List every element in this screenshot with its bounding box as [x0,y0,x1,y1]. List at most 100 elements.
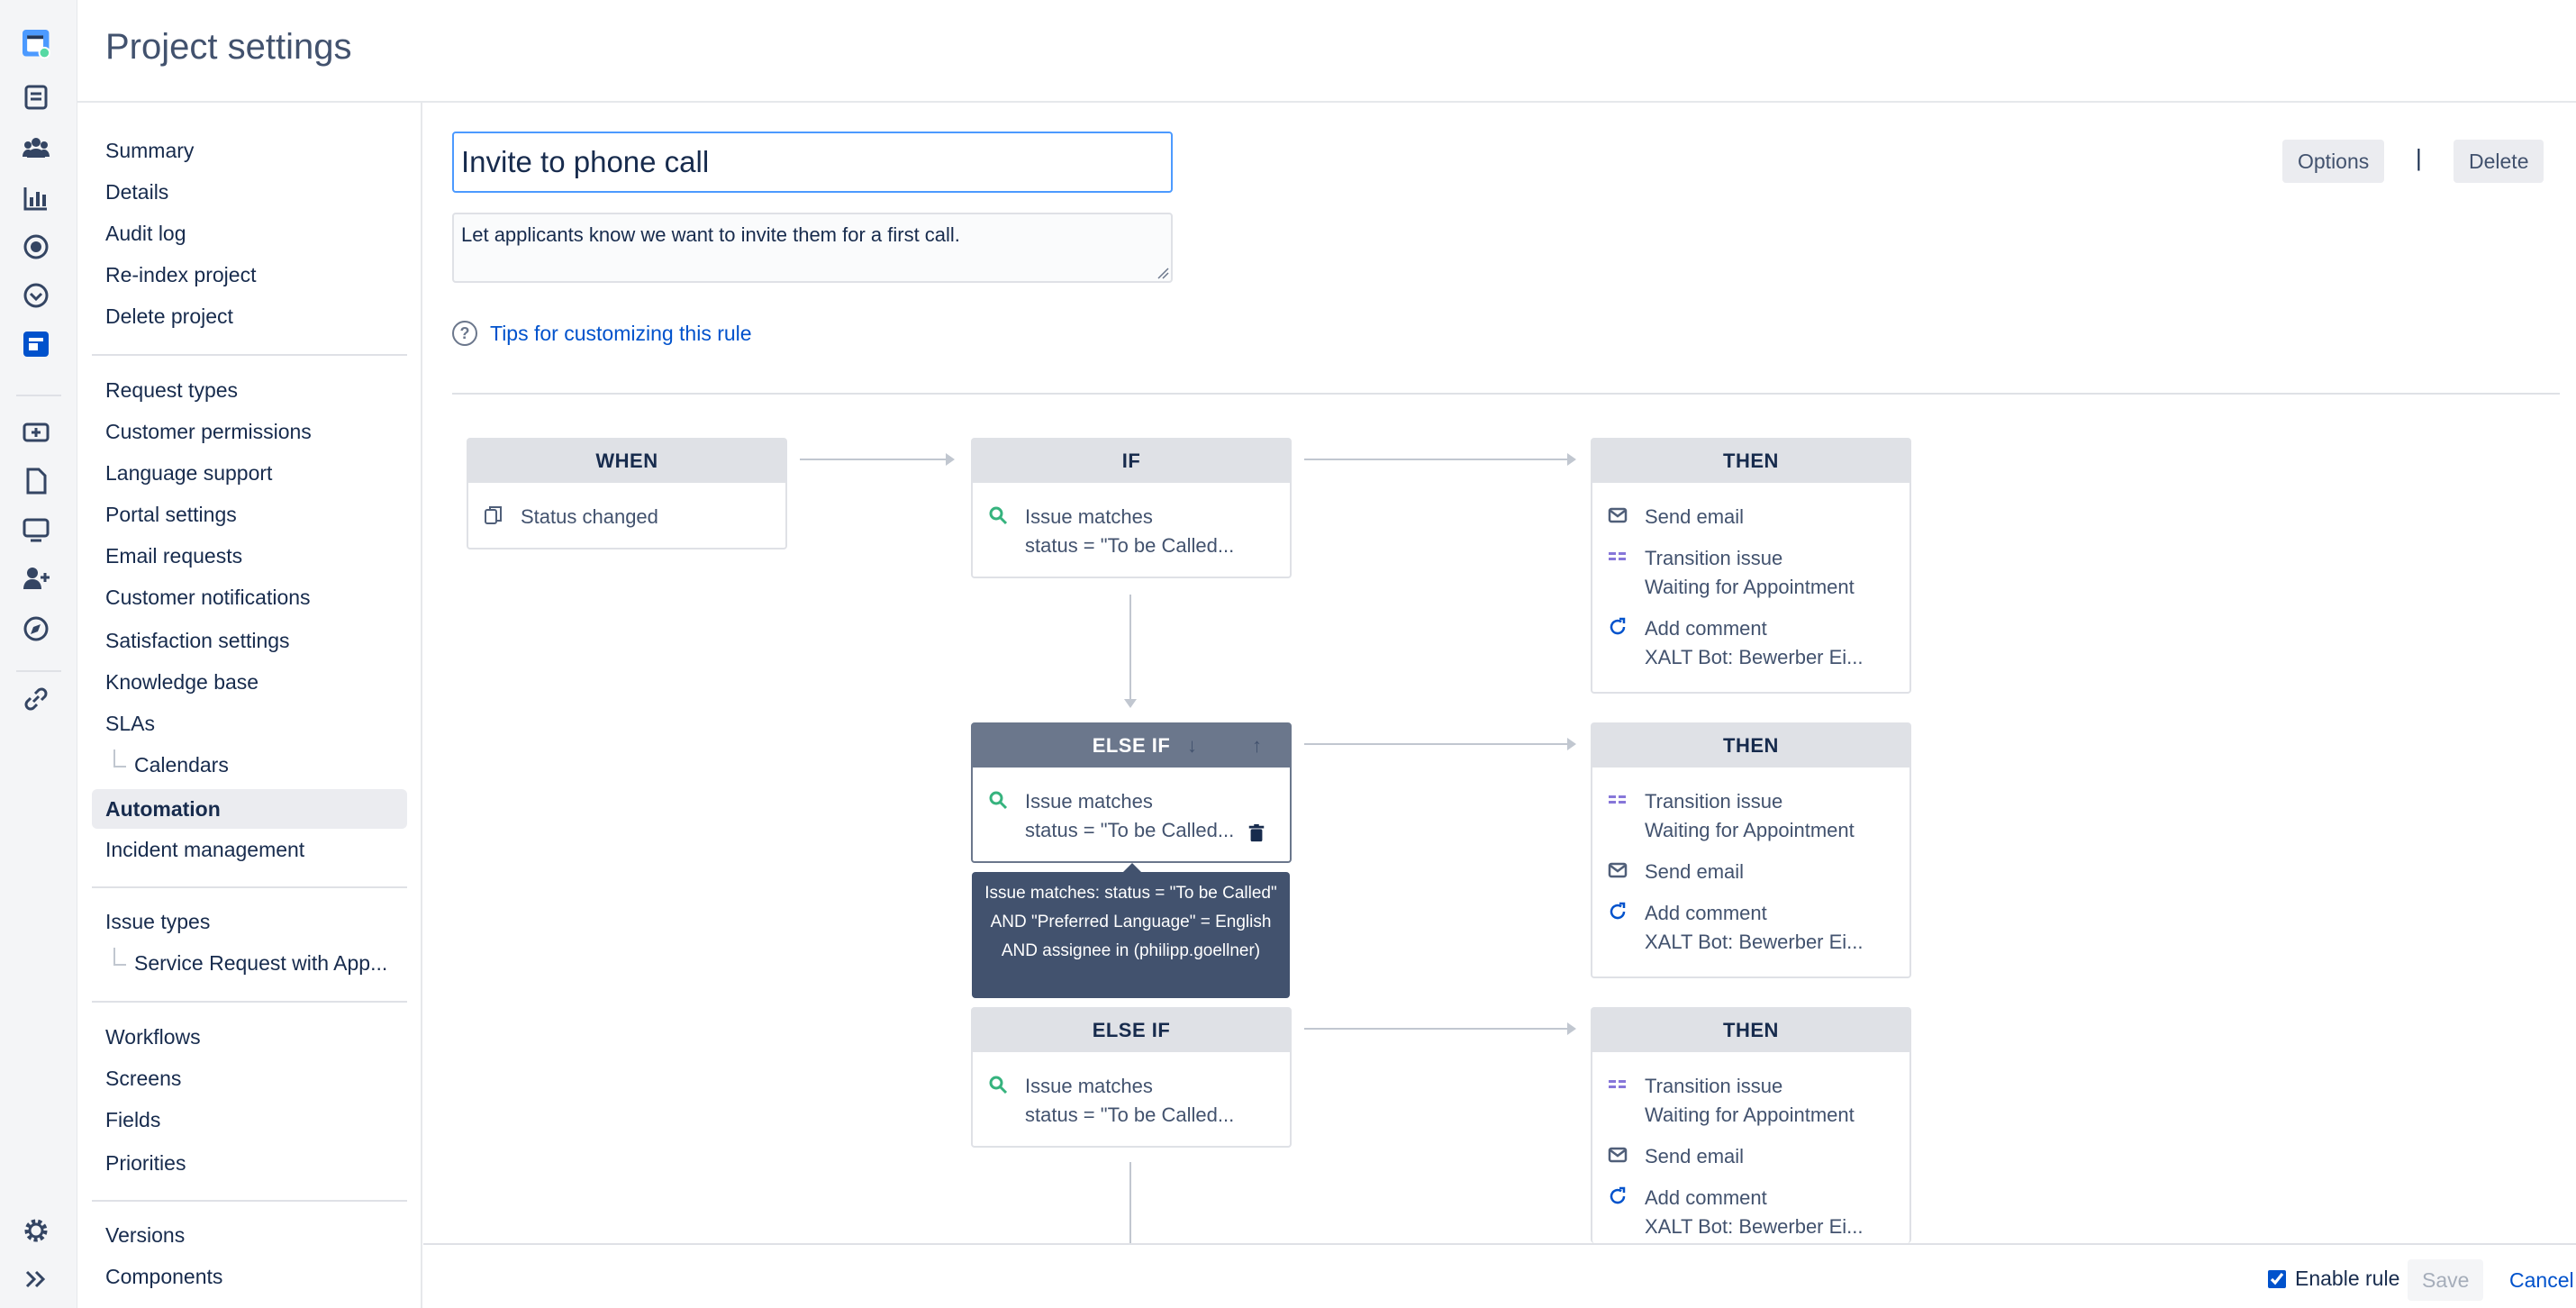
move-up-icon[interactable]: ↑ [1252,724,1263,768]
then-actions-box[interactable]: THEN Transition issue Waiting for Appoin… [1591,1007,1911,1243]
global-nav-rail [0,0,77,1308]
then-actions-box[interactable]: THEN Send email Transition issue Waiting… [1591,438,1911,694]
sidebar-divider [92,886,407,888]
save-button[interactable]: Save [2408,1259,2484,1301]
sidebar-item-calendars[interactable]: Calendars [134,753,229,777]
condition-detail: status = "To be Called... [1025,1104,1235,1126]
link-icon[interactable] [18,681,54,717]
sidebar-item-versions[interactable]: Versions [105,1223,185,1248]
customers-icon[interactable] [18,130,54,166]
sidebar-item-automation[interactable]: Automation [92,789,407,829]
action-comment-detail: XALT Bot: Bewerber Ei... [1645,646,1864,668]
sidebar-item-screens[interactable]: Screens [105,1067,181,1091]
flow-arrow [1304,738,1576,750]
sidebar-item-email-requests[interactable]: Email requests [105,544,242,568]
queues-icon[interactable] [18,229,54,265]
trigger-label: Status changed [521,505,658,528]
settings-sidebar: Summary Details Audit log Re-index proje… [77,103,422,1308]
comment-refresh-icon [1607,901,1628,922]
action-transition-detail: Waiting for Appointment [1645,1104,1855,1126]
action-send-email: Send email [1645,505,1745,528]
channels-icon[interactable] [18,512,54,548]
options-button[interactable]: Options [2282,140,2385,183]
tips-link-row[interactable]: ? Tips for customizing this rule [452,321,752,346]
then-header: THEN [1592,724,1909,768]
condition-tooltip: Issue matches: status = "To be Called" A… [972,863,1290,998]
service-project-icon[interactable] [18,326,54,362]
sidebar-item-reindex-project[interactable]: Re-index project [105,263,256,287]
delete-button[interactable]: Delete [2454,140,2544,183]
enable-rule-checkbox[interactable] [2268,1269,2286,1288]
rule-name-input[interactable] [452,132,1173,193]
sidebar-item-fields[interactable]: Fields [105,1108,160,1132]
transition-icon [1607,789,1628,811]
sidebar-divider [92,354,407,356]
else-if-header: ELSE IF ↓ ↑ [973,724,1290,768]
rule-description-input[interactable]: Let applicants know we want to invite th… [452,213,1173,283]
sidebar-item-knowledge-base[interactable]: Knowledge base [105,670,259,695]
releases-icon[interactable] [18,277,54,313]
else-if-condition-box[interactable]: ELSE IF Issue matches status = "To be Ca… [971,1007,1292,1148]
if-header: IF [973,440,1290,483]
comment-refresh-icon [1607,1185,1628,1207]
sidebar-item-incident-management[interactable]: Incident management [105,838,304,862]
sidebar-item-request-types[interactable]: Request types [105,378,238,403]
cancel-link[interactable]: Cancel [2509,1268,2574,1293]
section-divider [452,393,2560,395]
raise-request-icon[interactable] [18,414,54,450]
transition-icon [1607,546,1628,568]
sidebar-item-customer-permissions[interactable]: Customer permissions [105,420,312,444]
else-if-condition-box[interactable]: ELSE IF ↓ ↑ Issue matches status = "To b… [971,722,1292,863]
if-condition-box[interactable]: IF Issue matches status = "To be Called.… [971,438,1292,578]
when-trigger-box[interactable]: WHEN Status changed [467,438,787,550]
pages-icon[interactable] [18,463,54,499]
invite-team-icon[interactable] [18,560,54,596]
action-comment-title: Add comment [1645,617,1767,640]
sidebar-item-details[interactable]: Details [105,180,168,204]
action-transition-detail: Waiting for Appointment [1645,576,1855,598]
sidebar-item-language-support[interactable]: Language support [105,461,272,486]
copy-icon [483,504,504,526]
issues-icon[interactable] [18,79,54,115]
transition-icon [1607,1074,1628,1095]
reports-icon[interactable] [18,180,54,216]
sidebar-divider [92,1001,407,1003]
sidebar-item-satisfaction-settings[interactable]: Satisfaction settings [105,629,290,653]
rail-divider [16,670,61,672]
header-divider [77,101,2576,103]
delete-trash-icon[interactable] [1247,823,1266,843]
flow-arrow-down [1124,595,1137,708]
sidebar-item-delete-project[interactable]: Delete project [105,304,233,329]
action-comment-title: Add comment [1645,902,1767,924]
sidebar-item-priorities[interactable]: Priorities [105,1151,186,1176]
then-actions-box[interactable]: THEN Transition issue Waiting for Appoin… [1591,722,1911,978]
enable-rule-toggle[interactable]: Enable rule [2268,1267,2399,1291]
sidebar-item-slas[interactable]: SLAs [105,712,155,736]
sidebar-item-service-request-type[interactable]: Service Request with App... [134,951,387,976]
sidebar-divider [92,1200,407,1202]
tree-connector [113,948,126,966]
sidebar-item-customer-notifications[interactable]: Customer notifications [105,586,311,610]
rail-divider [16,395,61,396]
condition-detail: status = "To be Called... [1025,534,1235,557]
sidebar-item-audit-log[interactable]: Audit log [105,222,186,246]
sidebar-item-issue-types[interactable]: Issue types [105,910,210,934]
sidebar-item-portal-settings[interactable]: Portal settings [105,503,237,527]
tips-link[interactable]: Tips for customizing this rule [490,322,752,346]
search-icon [987,504,1009,526]
else-if-label: ELSE IF [1092,734,1171,757]
explore-icon[interactable] [18,611,54,647]
flow-arrow [1304,1022,1576,1035]
resize-handle-icon[interactable] [1155,265,1169,279]
settings-icon[interactable] [18,1213,54,1249]
expand-icon[interactable] [18,1261,54,1297]
move-down-icon[interactable]: ↓ [1187,724,1198,768]
email-icon [1607,1144,1628,1166]
actions-separator: | [2416,144,2422,171]
condition-title: Issue matches [1025,505,1153,528]
sidebar-item-summary[interactable]: Summary [105,139,194,163]
condition-title: Issue matches [1025,1075,1153,1097]
project-avatar-icon[interactable] [14,22,59,67]
sidebar-item-components[interactable]: Components [105,1265,222,1289]
sidebar-item-workflows[interactable]: Workflows [105,1025,201,1049]
